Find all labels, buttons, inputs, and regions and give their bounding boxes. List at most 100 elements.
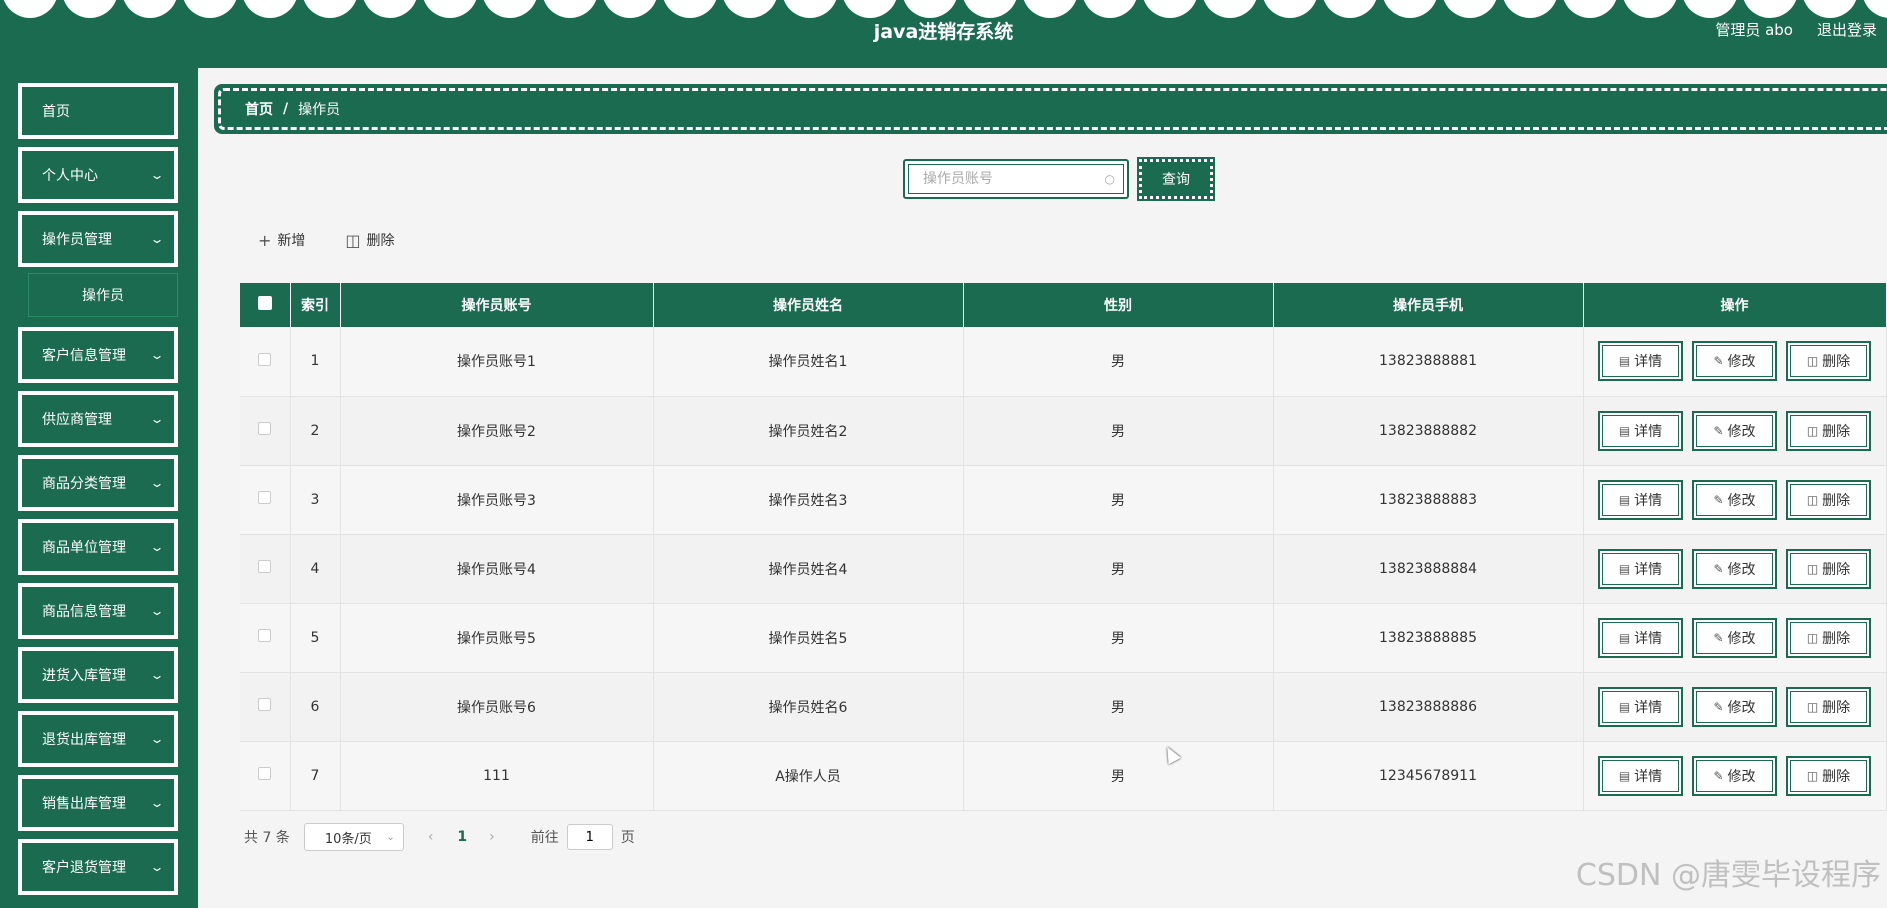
search-icon: ○ (1104, 172, 1115, 186)
add-button[interactable]: + 新增 (258, 230, 305, 250)
goto-suffix: 页 (620, 830, 635, 846)
page-number[interactable]: 1 (457, 829, 467, 845)
select-all-checkbox[interactable] (257, 296, 272, 310)
row-select-cell (240, 396, 291, 466)
sidebar-item-label: 首页 (42, 104, 70, 120)
chevron-down-icon: ⌄ (149, 732, 165, 746)
chevron-down-icon: ⌄ (149, 860, 165, 874)
sidebar-item-label: 商品单位管理 (42, 540, 126, 556)
cell-phone: 13823888881 (1273, 327, 1584, 397)
row-checkbox[interactable] (258, 560, 272, 573)
cell-gender: 男 (963, 327, 1274, 397)
sidebar-item-product-info[interactable]: 商品信息管理 ⌄ (18, 583, 178, 639)
goto-page-input[interactable] (566, 824, 613, 850)
trash-icon: ◫ (1806, 423, 1819, 438)
delete-button[interactable]: ◫ 删除 (1786, 341, 1871, 382)
delete-button-label: 删除 (1822, 492, 1851, 509)
edit-button[interactable]: ✎ 修改 (1692, 755, 1777, 796)
edit-button-label: 修改 (1727, 492, 1756, 509)
sidebar-item-purchase-inbound[interactable]: 进货入库管理 ⌄ (18, 647, 178, 703)
sidebar-item-product-unit[interactable]: 商品单位管理 ⌄ (18, 519, 178, 575)
delete-button[interactable]: ◫ 删除 (1786, 755, 1871, 796)
delete-button[interactable]: ◫ 删除 (1786, 479, 1871, 520)
breadcrumb-home-link[interactable]: 首页 (245, 99, 273, 119)
document-icon: ▤ (1618, 561, 1631, 576)
table-row: 6 操作员账号6 操作员姓名6 男 13823888886 ▤ 详情 ✎ 修改 ◫ 删除 (240, 672, 1887, 742)
edit-button[interactable]: ✎ 修改 (1692, 617, 1777, 658)
edit-button[interactable]: ✎ 修改 (1692, 410, 1777, 451)
prev-page-button[interactable]: ‹ (428, 829, 434, 845)
detail-button-label: 详情 (1634, 423, 1663, 440)
chevron-down-icon: ⌄ (149, 476, 165, 490)
sidebar-item-customer-info[interactable]: 客户信息管理 ⌄ (18, 327, 178, 383)
row-checkbox[interactable] (258, 422, 272, 435)
pencil-icon: ✎ (1713, 423, 1724, 438)
chevron-down-icon: ⌄ (149, 232, 165, 246)
cell-actions: ▤ 详情 ✎ 修改 ◫ 删除 (1583, 327, 1887, 397)
row-checkbox[interactable] (258, 698, 272, 711)
breadcrumb-separator: / (283, 101, 289, 117)
edit-button[interactable]: ✎ 修改 (1692, 341, 1777, 382)
sidebar-item-product-category[interactable]: 商品分类管理 ⌄ (18, 455, 178, 511)
delete-button-label: 删除 (1822, 630, 1851, 647)
row-checkbox[interactable] (258, 767, 272, 780)
trash-icon: ◫ (1806, 354, 1819, 369)
delete-button-label: 删除 (1822, 699, 1851, 716)
detail-button[interactable]: ▤ 详情 (1598, 617, 1683, 658)
cell-actions: ▤ 详情 ✎ 修改 ◫ 删除 (1583, 465, 1887, 535)
detail-button[interactable]: ▤ 详情 (1598, 548, 1683, 589)
query-button[interactable]: 查询 (1137, 157, 1215, 201)
batch-delete-button[interactable]: ◫ 删除 (345, 230, 394, 250)
sidebar-item-home[interactable]: 首页 (18, 83, 178, 139)
page-size-select[interactable]: 10条/页 ⌄ (303, 823, 404, 851)
sidebar-item-label: 操作员管理 (42, 232, 112, 248)
sidebar-item-label: 销售出库管理 (42, 796, 126, 812)
detail-button-label: 详情 (1634, 492, 1663, 509)
trash-icon: ◫ (345, 230, 361, 250)
table-row: 4 操作员账号4 操作员姓名4 男 13823888884 ▤ 详情 ✎ 修改 ◫ 删除 (240, 534, 1887, 604)
detail-button[interactable]: ▤ 详情 (1598, 479, 1683, 520)
detail-button-label: 详情 (1634, 561, 1663, 578)
edit-button[interactable]: ✎ 修改 (1692, 479, 1777, 520)
column-header: 操作 (1583, 283, 1887, 327)
delete-button[interactable]: ◫ 删除 (1786, 686, 1871, 727)
detail-button[interactable]: ▤ 详情 (1598, 341, 1683, 382)
sidebar-subitem-operator[interactable]: 操作员 (28, 273, 178, 317)
edit-button[interactable]: ✎ 修改 (1692, 686, 1777, 727)
sidebar-item-operator-management[interactable]: 操作员管理 ⌄ (18, 211, 178, 267)
column-header: 性别 (963, 283, 1274, 327)
detail-button[interactable]: ▤ 详情 (1598, 410, 1683, 451)
cell-account: 操作员账号2 (340, 396, 654, 466)
delete-button[interactable]: ◫ 删除 (1786, 548, 1871, 589)
row-checkbox[interactable] (258, 352, 272, 366)
cell-phone: 13823888885 (1273, 603, 1584, 673)
cell-name: 操作员姓名5 (653, 603, 964, 673)
document-icon: ▤ (1618, 354, 1631, 369)
cell-gender: 男 (963, 396, 1274, 466)
delete-button[interactable]: ◫ 删除 (1786, 410, 1871, 451)
sidebar-item-customer-return[interactable]: 客户退货管理 ⌄ (18, 839, 178, 895)
document-icon: ▤ (1618, 699, 1631, 714)
next-page-button[interactable]: › (489, 829, 495, 845)
cell-name: 操作员姓名2 (653, 396, 964, 466)
sidebar-item-personal-center[interactable]: 个人中心 ⌄ (18, 147, 178, 203)
chevron-down-icon: ⌄ (149, 168, 165, 182)
row-checkbox[interactable] (258, 629, 272, 642)
edit-button[interactable]: ✎ 修改 (1692, 548, 1777, 589)
trash-icon: ◫ (1806, 561, 1819, 576)
sidebar-item-return-outbound[interactable]: 退货出库管理 ⌄ (18, 711, 178, 767)
chevron-down-icon: ⌄ (149, 604, 165, 618)
row-checkbox[interactable] (258, 491, 272, 504)
search-input[interactable] (923, 171, 1093, 187)
detail-button[interactable]: ▤ 详情 (1598, 755, 1683, 796)
sidebar-item-sales-outbound[interactable]: 销售出库管理 ⌄ (18, 775, 178, 831)
document-icon: ▤ (1618, 768, 1631, 783)
sidebar-item-supplier[interactable]: 供应商管理 ⌄ (18, 391, 178, 447)
chevron-down-icon: ⌄ (386, 831, 395, 843)
column-header: 索引 (290, 283, 341, 327)
logout-button[interactable]: 退出登录 (1817, 19, 1877, 40)
detail-button-label: 详情 (1634, 630, 1663, 647)
detail-button[interactable]: ▤ 详情 (1598, 686, 1683, 727)
chevron-down-icon: ⌄ (149, 796, 165, 810)
delete-button[interactable]: ◫ 删除 (1786, 617, 1871, 658)
